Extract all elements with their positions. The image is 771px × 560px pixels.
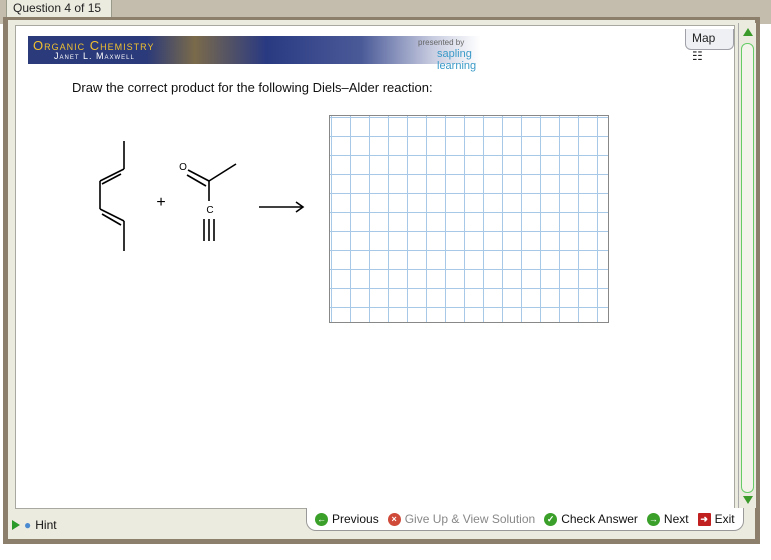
oxygen-label: O <box>179 162 187 173</box>
arrow-left-icon: ← <box>315 512 328 526</box>
content-area: Organic Chemistry Janet L. Maxwell prese… <box>8 20 756 539</box>
check-label: Check Answer <box>561 512 638 526</box>
plus-sign: + <box>156 194 165 211</box>
exit-door-icon: ➜ <box>697 512 711 526</box>
scroll-up-icon[interactable] <box>743 28 753 36</box>
window-frame: Organic Chemistry Janet L. Maxwell prese… <box>3 17 760 544</box>
next-label: Next <box>663 512 689 526</box>
question-panel: Organic Chemistry Janet L. Maxwell prese… <box>15 25 735 509</box>
navigation-bar: ← Previous × Give Up & View Solution ✓ Chec… <box>306 508 744 531</box>
checkmark-icon: ✓ <box>544 512 558 526</box>
hint-button[interactable]: ● Hint <box>12 518 57 532</box>
sapling-logo: sapling learning <box>437 48 477 72</box>
lightbulb-icon: ● <box>24 518 32 532</box>
diene-structure <box>99 141 125 251</box>
check-answer-button[interactable]: ✓ Check Answer <box>544 512 638 526</box>
scroll-thumb[interactable] <box>741 43 754 493</box>
arrow-right-icon: → <box>646 512 660 526</box>
dienophile-structure <box>186 163 237 241</box>
expand-triangle-icon <box>12 520 20 530</box>
map-button[interactable]: Map ☷ <box>685 29 734 63</box>
map-label: Map <box>692 31 716 45</box>
scroll-down-icon[interactable] <box>743 496 753 504</box>
give-up-button[interactable]: × Give Up & View Solution <box>387 512 536 526</box>
hint-label: Hint <box>35 518 57 532</box>
next-button[interactable]: → Next <box>646 512 689 526</box>
drawing-canvas[interactable] <box>329 115 609 323</box>
exit-label: Exit <box>714 512 735 526</box>
reaction-scheme: O C + <box>99 141 305 251</box>
presented-by: presented by <box>418 38 465 47</box>
cancel-icon: × <box>387 512 401 526</box>
previous-label: Previous <box>332 512 379 526</box>
reaction-arrow-icon <box>259 201 305 213</box>
give-up-label: Give Up & View Solution <box>404 512 536 526</box>
carbon-label: C <box>206 205 213 216</box>
previous-button[interactable]: ← Previous <box>315 512 379 526</box>
vertical-scrollbar[interactable] <box>738 23 756 508</box>
sitemap-icon: ☷ <box>692 49 703 63</box>
exit-button[interactable]: ➜ Exit <box>697 512 735 526</box>
